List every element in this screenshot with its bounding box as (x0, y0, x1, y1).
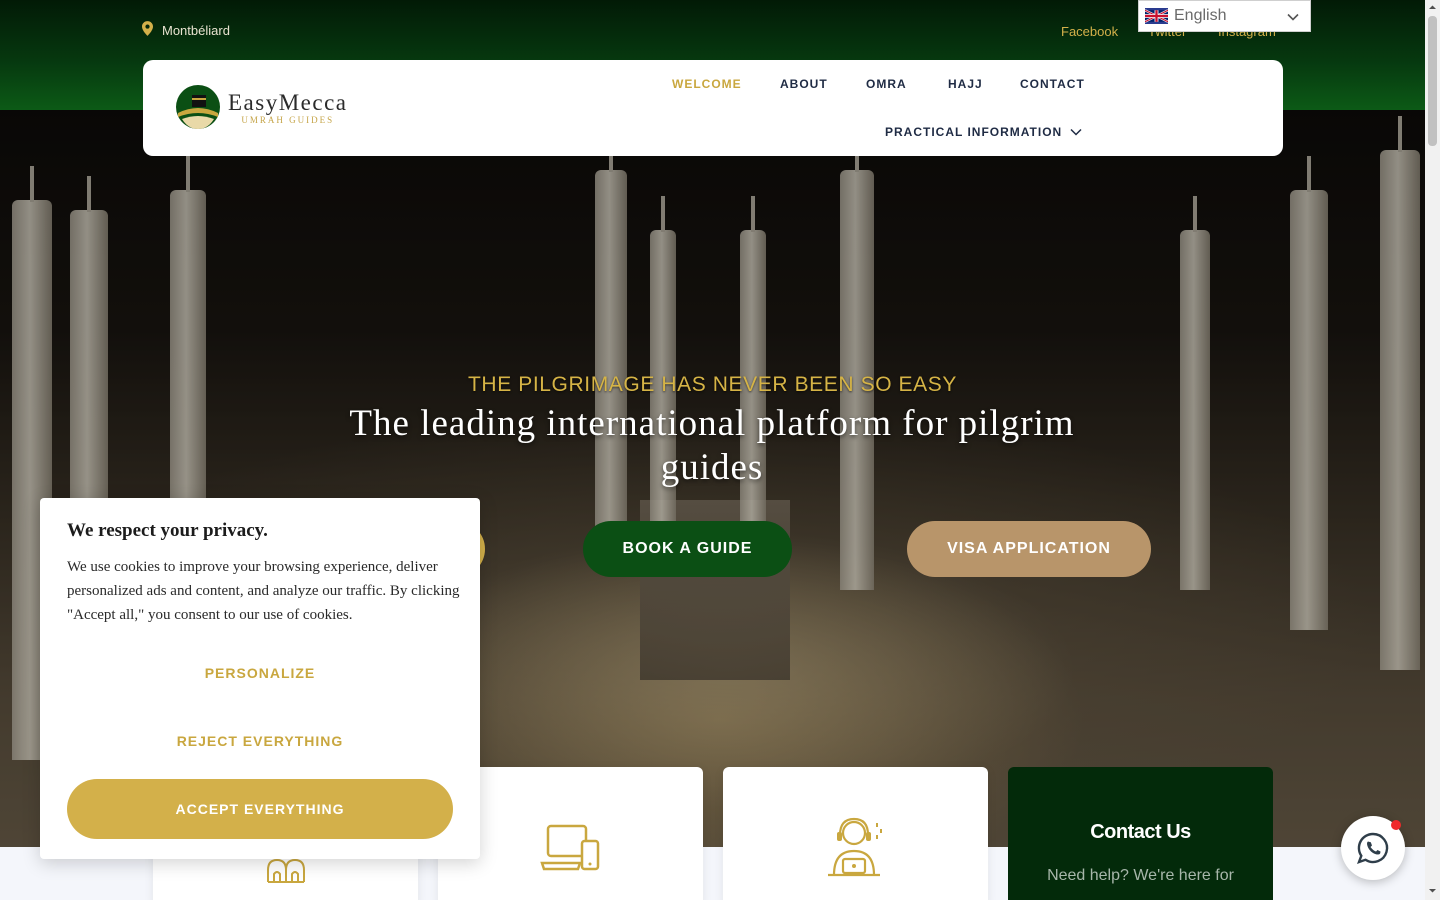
scrollbar-thumb[interactable] (1428, 16, 1437, 146)
cookie-consent-dialog: We respect your privacy. We use cookies … (40, 498, 480, 859)
cookie-description: We use cookies to improve your browsing … (67, 559, 460, 623)
hero-title: The leading international platform for p… (349, 403, 1075, 488)
uk-flag-icon (1145, 8, 1168, 24)
support-agent-icon (827, 817, 882, 877)
notification-dot (1391, 820, 1401, 830)
contact-card-subtitle: Need help? We're here for (1047, 867, 1234, 884)
nav-practical-information[interactable]: PRACTICAL INFORMATION (885, 125, 1082, 139)
logo-mark-icon (176, 85, 220, 129)
nav-hajj[interactable]: HAJJ (948, 77, 983, 91)
whatsapp-icon (1356, 832, 1389, 864)
map-pin-icon (142, 21, 153, 39)
location-label: Montbéliard (162, 22, 230, 38)
language-select[interactable]: English (1138, 0, 1311, 32)
nav-welcome[interactable]: WELCOME (672, 77, 742, 91)
nav-omra[interactable]: OMRA (866, 77, 907, 91)
site-logo[interactable]: EasyMecca UMRAH GUIDES (174, 83, 348, 131)
logo-name: EasyMecca (228, 89, 348, 115)
contact-us-card[interactable]: Contact Us Need help? We're here for (1008, 767, 1273, 900)
laptop-phone-icon (539, 824, 599, 871)
page-scrollbar[interactable] (1425, 0, 1440, 900)
location: Montbéliard (142, 21, 230, 39)
language-label: English (1174, 7, 1227, 24)
nav-contact[interactable]: CONTACT (1020, 77, 1085, 91)
chevron-down-icon (1070, 128, 1082, 136)
cookie-accept-button[interactable]: ACCEPT EVERYTHING (67, 779, 453, 839)
cookie-personalize-button[interactable]: PERSONALIZE (40, 665, 480, 681)
chevron-down-icon (1287, 13, 1299, 21)
nav-about[interactable]: ABOUT (780, 77, 828, 91)
cookie-title: We respect your privacy. (67, 520, 268, 541)
logo-subtitle: UMRAH GUIDES (241, 114, 335, 125)
facebook-link[interactable]: Facebook (1061, 24, 1118, 39)
scroll-down-arrow-icon[interactable] (1428, 886, 1437, 895)
book-a-guide-button[interactable]: BOOK A GUIDE (583, 521, 792, 577)
hero-kicker: THE PILGRIMAGE HAS NEVER BEEN SO EASY (468, 373, 957, 396)
cookie-reject-button[interactable]: REJECT EVERYTHING (40, 733, 480, 749)
contact-card-title: Contact Us (1090, 821, 1191, 843)
feature-card (723, 767, 988, 900)
nav-practical-label: PRACTICAL INFORMATION (885, 125, 1063, 139)
header-nav-card: EasyMecca UMRAH GUIDES WELCOME ABOUT OMR… (143, 60, 1283, 156)
scroll-up-arrow-icon[interactable] (1428, 3, 1437, 12)
visa-application-button[interactable]: VISA APPLICATION (907, 521, 1151, 577)
